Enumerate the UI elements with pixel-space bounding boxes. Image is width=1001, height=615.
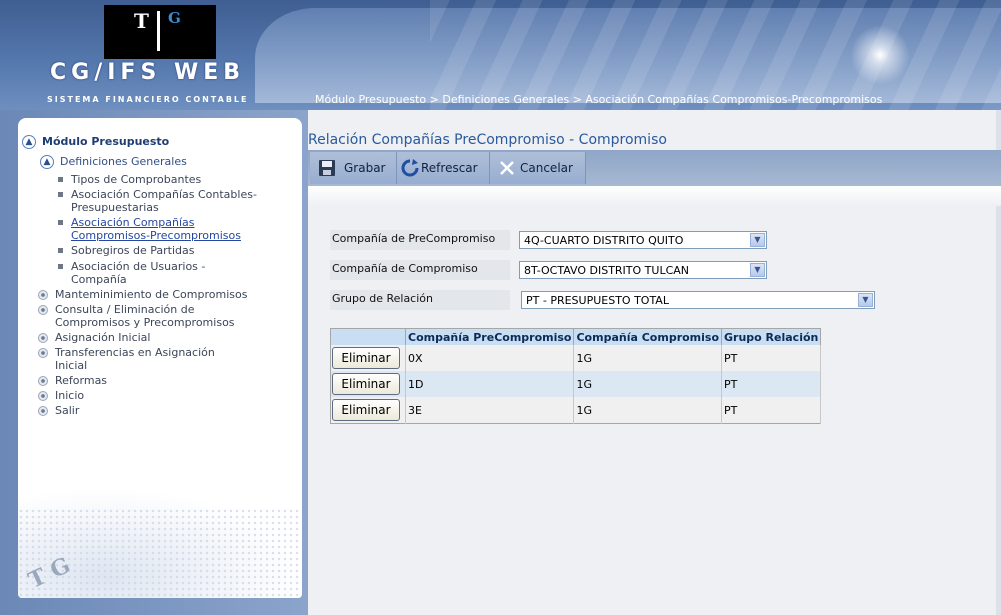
round-bullet-icon	[38, 391, 48, 401]
sidebar-item-label[interactable]: Transferencias en Asignación Inicial	[55, 346, 228, 372]
sidebar-item-mantenimiento[interactable]: Manteminimiento de Compromisos	[38, 288, 288, 301]
sidebar-item-label[interactable]: Tipos de Comprobantes	[71, 173, 201, 186]
nav-module-presupuesto[interactable]: ▲ Módulo Presupuesto	[22, 135, 169, 149]
grid-cell-grupo: PT	[721, 345, 822, 371]
grid-header-actions	[330, 328, 406, 345]
sidebar-item-asignacion[interactable]: Asignación Inicial	[38, 331, 288, 344]
grid-cell-precompromiso: 1D	[405, 371, 575, 397]
precompromiso-label: Compañía de PreCompromiso	[330, 230, 510, 250]
round-bullet-icon	[38, 348, 48, 358]
sidebar-item-asociacion-contables[interactable]: Asociación Compañías Contables-Presupues…	[58, 188, 278, 214]
delete-row-button[interactable]: Eliminar	[332, 373, 400, 395]
breadcrumb: Módulo Presupuesto > Definiciones Genera…	[315, 93, 883, 106]
round-bullet-icon	[38, 406, 48, 416]
app-title: CG/IFS WEB	[50, 60, 246, 85]
round-bullet-icon	[38, 376, 48, 386]
save-button-label[interactable]: Grabar	[344, 161, 386, 175]
square-bullet-icon	[58, 220, 63, 225]
sidebar-item-asociacion-compromisos[interactable]: Asociación Compañías Compromisos-Precomp…	[58, 216, 258, 242]
square-bullet-icon	[58, 264, 63, 269]
sidebar-item-tipos-comprobantes[interactable]: Tipos de Comprobantes	[58, 173, 278, 186]
app-header: T G CG/IFS WEB SISTEMA FINANCIERO CONTAB…	[0, 0, 1001, 110]
sidebar-item-asociacion-usuarios[interactable]: Asociación de Usuarios - Compañía	[58, 260, 228, 286]
round-bullet-icon	[38, 333, 48, 343]
app-subtitle: SISTEMA FINANCIERO CONTABLE	[47, 95, 249, 104]
logo-letter-g: G	[168, 9, 181, 27]
square-bullet-icon	[58, 177, 63, 182]
sidebar-item-inicio[interactable]: Inicio	[38, 389, 288, 402]
sidebar-item-label[interactable]: Inicio	[55, 389, 84, 402]
cancel-button-label[interactable]: Cancelar	[520, 161, 573, 175]
grupo-select-value[interactable]: PT - PRESUPUESTO TOTAL	[526, 294, 669, 307]
grid-cell-grupo: PT	[721, 397, 822, 424]
grid-action-cell: Eliminar	[330, 371, 406, 397]
table-row: Eliminar 1D 1G PT	[330, 371, 822, 397]
delete-row-button[interactable]: Eliminar	[332, 399, 400, 421]
grid-cell-precompromiso: 0X	[405, 345, 575, 371]
grid-action-cell: Eliminar	[330, 345, 406, 371]
grid-header-row: Compañía PreCompromiso Compañía Compromi…	[330, 328, 822, 345]
sidebar-item-salir[interactable]: Salir	[38, 404, 288, 417]
chevron-down-icon[interactable]: ▼	[858, 293, 873, 307]
grid-cell-compromiso: 1G	[573, 345, 723, 371]
sidebar-item-label[interactable]: Asociación de Usuarios - Compañía	[71, 260, 228, 286]
grid-action-cell: Eliminar	[330, 397, 406, 424]
grid-header-compromiso: Compañía Compromiso	[573, 328, 723, 345]
precompromiso-select[interactable]: 4Q-CUARTO DISTRITO QUITO ▼	[519, 231, 767, 249]
nav-module-label[interactable]: Módulo Presupuesto	[42, 135, 169, 148]
sidebar-item-label[interactable]: Asociación Compañías Contables-Presupues…	[71, 188, 278, 214]
sidebar-item-label[interactable]: Asignación Inicial	[55, 331, 150, 344]
tg-logo: T G	[104, 5, 216, 59]
toolbar-shadow	[308, 186, 1001, 206]
sidebar-item-label[interactable]: Salir	[55, 404, 79, 417]
cancel-button[interactable]: Cancelar	[490, 152, 586, 184]
header-glow-decoration	[845, 20, 915, 90]
square-bullet-icon	[58, 192, 63, 197]
grid-cell-compromiso: 1G	[573, 371, 723, 397]
sidebar-item-label[interactable]: Reformas	[55, 374, 107, 387]
close-icon	[500, 161, 514, 175]
nav-section-label[interactable]: Definiciones Generales	[60, 155, 187, 168]
sidebar-item-transferencias[interactable]: Transferencias en Asignación Inicial	[38, 346, 228, 372]
floppy-disk-icon	[319, 160, 335, 176]
nav-definiciones-generales[interactable]: ▲ Definiciones Generales	[40, 155, 187, 169]
square-bullet-icon	[58, 248, 63, 253]
compromiso-select-value[interactable]: 8T-OCTAVO DISTRITO TULCAN	[524, 264, 689, 277]
relations-grid: Compañía PreCompromiso Compañía Compromi…	[330, 328, 822, 424]
grupo-select[interactable]: PT - PRESUPUESTO TOTAL ▼	[521, 291, 875, 309]
sidebar-item-label[interactable]: Asociación Compañías Compromisos-Precomp…	[71, 216, 258, 242]
logo-bar	[157, 11, 160, 51]
sidebar-item-label[interactable]: Sobregiros de Partidas	[71, 244, 195, 257]
grupo-label: Grupo de Relación	[330, 290, 510, 310]
page-title: Relación Compañías PreCompromiso - Compr…	[308, 132, 667, 148]
sidebar-item-label[interactable]: Consulta / Eliminación de Compromisos y …	[55, 303, 248, 329]
sidebar-item-label[interactable]: Manteminimiento de Compromisos	[55, 288, 247, 301]
compromiso-select[interactable]: 8T-OCTAVO DISTRITO TULCAN ▼	[519, 261, 767, 279]
round-bullet-icon	[38, 305, 48, 315]
table-row: Eliminar 3E 1G PT	[330, 397, 822, 424]
refresh-button[interactable]: Refrescar	[397, 152, 490, 184]
sidebar-item-consulta[interactable]: Consulta / Eliminación de Compromisos y …	[38, 303, 248, 329]
sidebar-item-sobregiros[interactable]: Sobregiros de Partidas	[58, 244, 278, 257]
grid-cell-compromiso: 1G	[573, 397, 723, 424]
compromiso-label: Compañía de Compromiso	[330, 260, 510, 280]
table-row: Eliminar 0X 1G PT	[330, 345, 822, 371]
delete-row-button[interactable]: Eliminar	[332, 347, 400, 369]
refresh-button-label[interactable]: Refrescar	[421, 161, 478, 175]
collapse-arrow-icon[interactable]: ▲	[22, 135, 36, 149]
save-button[interactable]: Grabar	[310, 152, 397, 184]
grid-cell-grupo: PT	[721, 371, 822, 397]
sidebar-item-reformas[interactable]: Reformas	[38, 374, 288, 387]
collapse-arrow-icon[interactable]: ▲	[40, 155, 54, 169]
sidebar: T G ▲ Módulo Presupuesto ▲ Definiciones …	[18, 118, 302, 598]
logo-letter-t: T	[134, 9, 149, 33]
round-bullet-icon	[38, 290, 48, 300]
grid-cell-precompromiso: 3E	[405, 397, 575, 424]
grid-header-precompromiso: Compañía PreCompromiso	[405, 328, 575, 345]
chevron-down-icon[interactable]: ▼	[750, 263, 765, 277]
grid-header-grupo: Grupo Relación	[721, 328, 822, 345]
refresh-icon	[401, 159, 419, 177]
chevron-down-icon[interactable]: ▼	[750, 233, 765, 247]
precompromiso-select-value[interactable]: 4Q-CUARTO DISTRITO QUITO	[524, 234, 683, 247]
